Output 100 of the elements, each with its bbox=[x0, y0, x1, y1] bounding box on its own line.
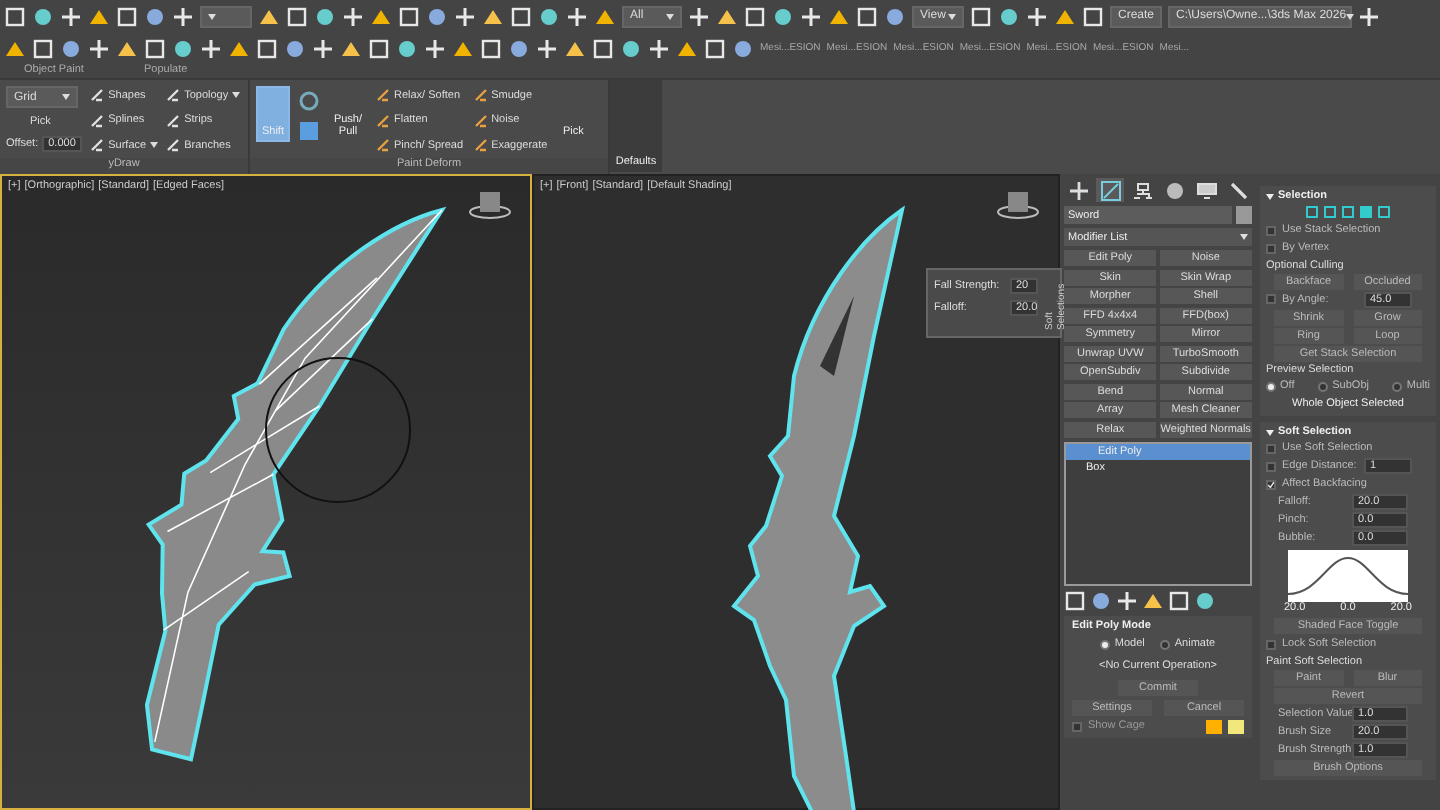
toolbar-icon[interactable] bbox=[284, 37, 306, 59]
toolbar-icon[interactable] bbox=[856, 5, 878, 27]
toolbar-icon[interactable] bbox=[1026, 5, 1048, 27]
toolbar-icon[interactable] bbox=[970, 5, 992, 27]
toolbar-icon[interactable] bbox=[1090, 589, 1112, 611]
toolbar-icon[interactable] bbox=[286, 5, 308, 27]
toolbar-icon[interactable] bbox=[424, 37, 446, 59]
toolbar-icon[interactable] bbox=[688, 5, 710, 27]
toolbar-icon[interactable] bbox=[342, 5, 364, 27]
toolbar-icon[interactable] bbox=[1194, 589, 1216, 611]
radio-button[interactable] bbox=[1160, 639, 1171, 649]
toolbar-icon[interactable] bbox=[258, 5, 280, 27]
toolbar-icon[interactable] bbox=[116, 37, 138, 59]
checkbox[interactable] bbox=[1266, 639, 1276, 650]
toolbar-icon[interactable] bbox=[828, 5, 850, 27]
toolbar-icon[interactable] bbox=[228, 37, 250, 59]
circle-icon[interactable] bbox=[298, 90, 320, 112]
toolbar-icon[interactable] bbox=[716, 5, 738, 27]
tool-icon bbox=[166, 138, 181, 153]
toolbar-icon[interactable] bbox=[88, 5, 110, 27]
toolbar-icon[interactable] bbox=[482, 5, 504, 27]
cage-color-swatch[interactable] bbox=[1206, 719, 1222, 733]
toolbar-icon[interactable] bbox=[538, 5, 560, 27]
toolbar-icon[interactable] bbox=[536, 37, 558, 59]
toolbar-icon[interactable] bbox=[312, 37, 334, 59]
checkbox[interactable] bbox=[1266, 443, 1276, 454]
toolbar-icon[interactable] bbox=[32, 37, 54, 59]
falloff-curve-graph bbox=[1288, 549, 1408, 601]
radio-button[interactable] bbox=[1100, 639, 1111, 649]
toolbar-icon[interactable] bbox=[772, 5, 794, 27]
radio-button[interactable] bbox=[1318, 381, 1329, 392]
checkbox[interactable] bbox=[1266, 294, 1276, 305]
toolbar-icon[interactable] bbox=[452, 37, 474, 59]
toolbar-icon[interactable] bbox=[398, 5, 420, 27]
toolbar-icon[interactable] bbox=[88, 37, 110, 59]
toolbar-icon[interactable] bbox=[704, 37, 726, 59]
toolbar-icon[interactable] bbox=[592, 37, 614, 59]
toolbar-icon[interactable] bbox=[314, 5, 336, 27]
toolbar-icon[interactable] bbox=[4, 37, 26, 59]
toolbar-icon[interactable] bbox=[510, 5, 532, 27]
create-tab[interactable] bbox=[1064, 178, 1092, 202]
toolbar-icon[interactable] bbox=[676, 37, 698, 59]
toolbar-icon[interactable] bbox=[1116, 589, 1138, 611]
checkbox[interactable] bbox=[1266, 243, 1276, 254]
tool-icon bbox=[166, 88, 181, 102]
toolbar-icon[interactable] bbox=[172, 5, 194, 27]
toolbar-icon[interactable] bbox=[256, 37, 278, 59]
toolbar-icon[interactable] bbox=[368, 37, 390, 59]
hierarchy-tab[interactable] bbox=[1128, 178, 1156, 202]
toolbar-icon[interactable] bbox=[884, 5, 906, 27]
toolbar-icon[interactable] bbox=[454, 5, 476, 27]
toolbar-icon[interactable] bbox=[200, 37, 222, 59]
toolbar-icon[interactable] bbox=[4, 5, 26, 27]
cage-color-swatch[interactable] bbox=[1228, 719, 1244, 733]
tool-icon bbox=[473, 88, 488, 102]
toolbar-icon[interactable] bbox=[508, 37, 530, 59]
caret-icon bbox=[666, 13, 674, 19]
checkbox[interactable] bbox=[1266, 461, 1276, 472]
toolbar-icon[interactable] bbox=[144, 5, 166, 27]
toolbar-icon[interactable] bbox=[566, 5, 588, 27]
toolbar-icon[interactable] bbox=[1064, 589, 1086, 611]
toolbar-icon[interactable] bbox=[370, 5, 392, 27]
toolbar-icon[interactable] bbox=[1054, 5, 1076, 27]
toolbar-icon[interactable] bbox=[1142, 589, 1164, 611]
square-icon[interactable] bbox=[298, 120, 320, 142]
toolbar-icon[interactable] bbox=[60, 5, 82, 27]
toolbar-icon[interactable] bbox=[1082, 5, 1104, 27]
toolbar-icon[interactable] bbox=[32, 5, 54, 27]
view-cube-icon[interactable] bbox=[997, 192, 1039, 219]
toolbar-icon[interactable] bbox=[732, 37, 754, 59]
toolbar-icon[interactable] bbox=[744, 5, 766, 27]
collapse-caret-icon[interactable] bbox=[1266, 193, 1274, 199]
toolbar-icon[interactable] bbox=[594, 5, 616, 27]
checkbox[interactable] bbox=[1266, 479, 1276, 490]
toolbar-icon[interactable] bbox=[1358, 5, 1381, 27]
checkbox[interactable] bbox=[1266, 225, 1276, 236]
toolbar-icon[interactable] bbox=[116, 5, 138, 27]
toolbar-icon[interactable] bbox=[60, 37, 82, 59]
radio-button[interactable] bbox=[1392, 381, 1403, 392]
collapse-caret-icon[interactable] bbox=[1266, 429, 1274, 435]
toolbar-icon[interactable] bbox=[144, 37, 166, 59]
toolbar-icon[interactable] bbox=[172, 37, 194, 59]
dropdown[interactable] bbox=[200, 5, 252, 27]
toolbar-icon[interactable] bbox=[1168, 589, 1190, 611]
brush-cursor-icon bbox=[265, 357, 411, 503]
toolbar-icon[interactable] bbox=[426, 5, 448, 27]
toolbar-icon[interactable] bbox=[800, 5, 822, 27]
modify-tab[interactable] bbox=[1096, 178, 1124, 202]
toolbar-icon[interactable] bbox=[648, 37, 670, 59]
object-color-swatch[interactable] bbox=[1236, 206, 1252, 224]
toolbar-icon[interactable] bbox=[480, 37, 502, 59]
toolbar-icon[interactable] bbox=[340, 37, 362, 59]
toolbar-icon[interactable] bbox=[620, 37, 642, 59]
radio-button[interactable] bbox=[1266, 381, 1276, 392]
toolbar-icon[interactable] bbox=[396, 37, 418, 59]
display-tab[interactable] bbox=[1192, 178, 1220, 202]
toolbar-icon[interactable] bbox=[564, 37, 586, 59]
toolbar-icon[interactable] bbox=[998, 5, 1020, 27]
view-cube-icon[interactable] bbox=[469, 192, 511, 219]
checkbox[interactable] bbox=[1072, 721, 1082, 731]
